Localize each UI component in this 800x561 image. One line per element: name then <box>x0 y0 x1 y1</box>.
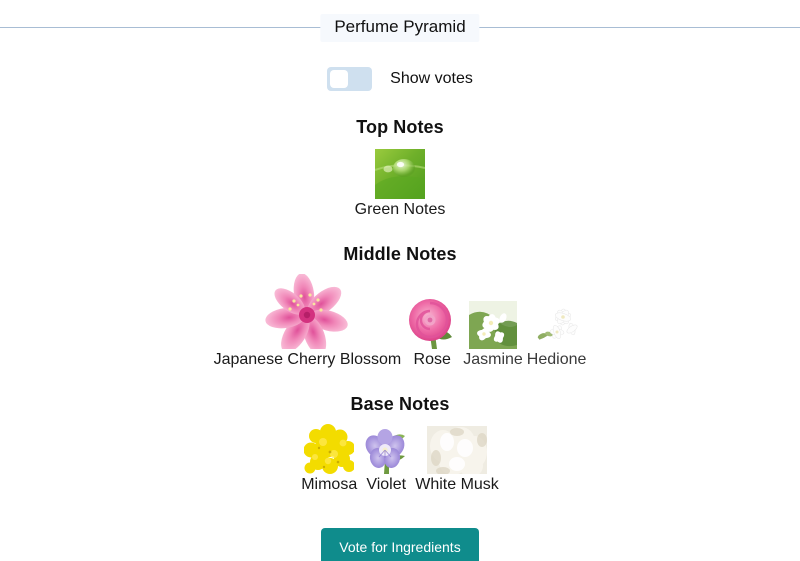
purple-violet-thumbnail <box>361 424 412 474</box>
vote-for-ingredients-button[interactable]: Vote for Ingredients <box>321 528 479 561</box>
ingredient-list-top-notes: Green Notes <box>0 149 800 220</box>
ingredient-label: Green Notes <box>354 201 446 218</box>
show-votes-row: Show votes <box>0 67 800 91</box>
ingredient-item[interactable]: Hedione <box>525 301 589 370</box>
section-top-notes: Top Notes Green Notes <box>0 117 800 220</box>
section-heading-middle-notes: Middle Notes <box>343 244 457 264</box>
ingredient-item[interactable]: Mimosa <box>299 424 359 495</box>
ingredient-item[interactable]: Japanese Cherry Blossom <box>212 274 404 370</box>
ingredient-label: Japanese Cherry Blossom <box>213 351 402 368</box>
section-middle-notes: Middle Notes Japanese Cherry Blossom Ros… <box>0 244 800 370</box>
section-heading-top-notes: Top Notes <box>356 117 444 137</box>
ingredient-item[interactable]: Rose <box>403 295 461 370</box>
page-title: Perfume Pyramid <box>320 14 480 42</box>
ingredient-label: Hedione <box>526 351 587 368</box>
ingredient-list-middle-notes: Japanese Cherry Blossom Rose Jasmine Hed… <box>0 274 800 370</box>
page-title-bar: Perfume Pyramid <box>0 14 800 54</box>
pink-rose-thumbnail <box>405 295 460 349</box>
ingredient-item[interactable]: Green Notes <box>353 149 448 220</box>
ingredient-label: Mimosa <box>301 476 358 493</box>
ingredient-item[interactable]: Violet <box>359 424 413 495</box>
section-heading-base-notes: Base Notes <box>350 394 450 414</box>
yellow-mimosa-thumbnail <box>304 424 355 474</box>
perfume-pyramid-page: Perfume Pyramid Show votes Top Notes Gre… <box>0 14 800 561</box>
toggle-knob-icon <box>330 70 349 88</box>
show-votes-label: Show votes <box>390 70 473 87</box>
white-musk-cotton-thumbnail <box>427 426 487 474</box>
section-base-notes: Base Notes Mimosa Violet White Musk <box>0 394 800 495</box>
ingredient-label: Rose <box>413 351 451 368</box>
vote-button-row: Vote for Ingredients <box>0 528 800 561</box>
green-leaf-waterdrop-thumbnail <box>375 149 425 199</box>
pink-cherry-blossom-thumbnail <box>263 274 352 349</box>
white-jasmine-sprig-thumbnail <box>532 301 581 349</box>
ingredient-item[interactable]: Jasmine <box>461 301 525 370</box>
ingredient-item[interactable]: White Musk <box>413 426 501 495</box>
ingredient-label: Jasmine <box>463 351 523 368</box>
ingredient-label: White Musk <box>415 476 499 493</box>
ingredient-label: Violet <box>366 476 407 493</box>
white-jasmine-on-green-thumbnail <box>469 301 517 349</box>
ingredient-list-base-notes: Mimosa Violet White Musk <box>0 424 800 495</box>
show-votes-toggle[interactable] <box>327 67 373 91</box>
